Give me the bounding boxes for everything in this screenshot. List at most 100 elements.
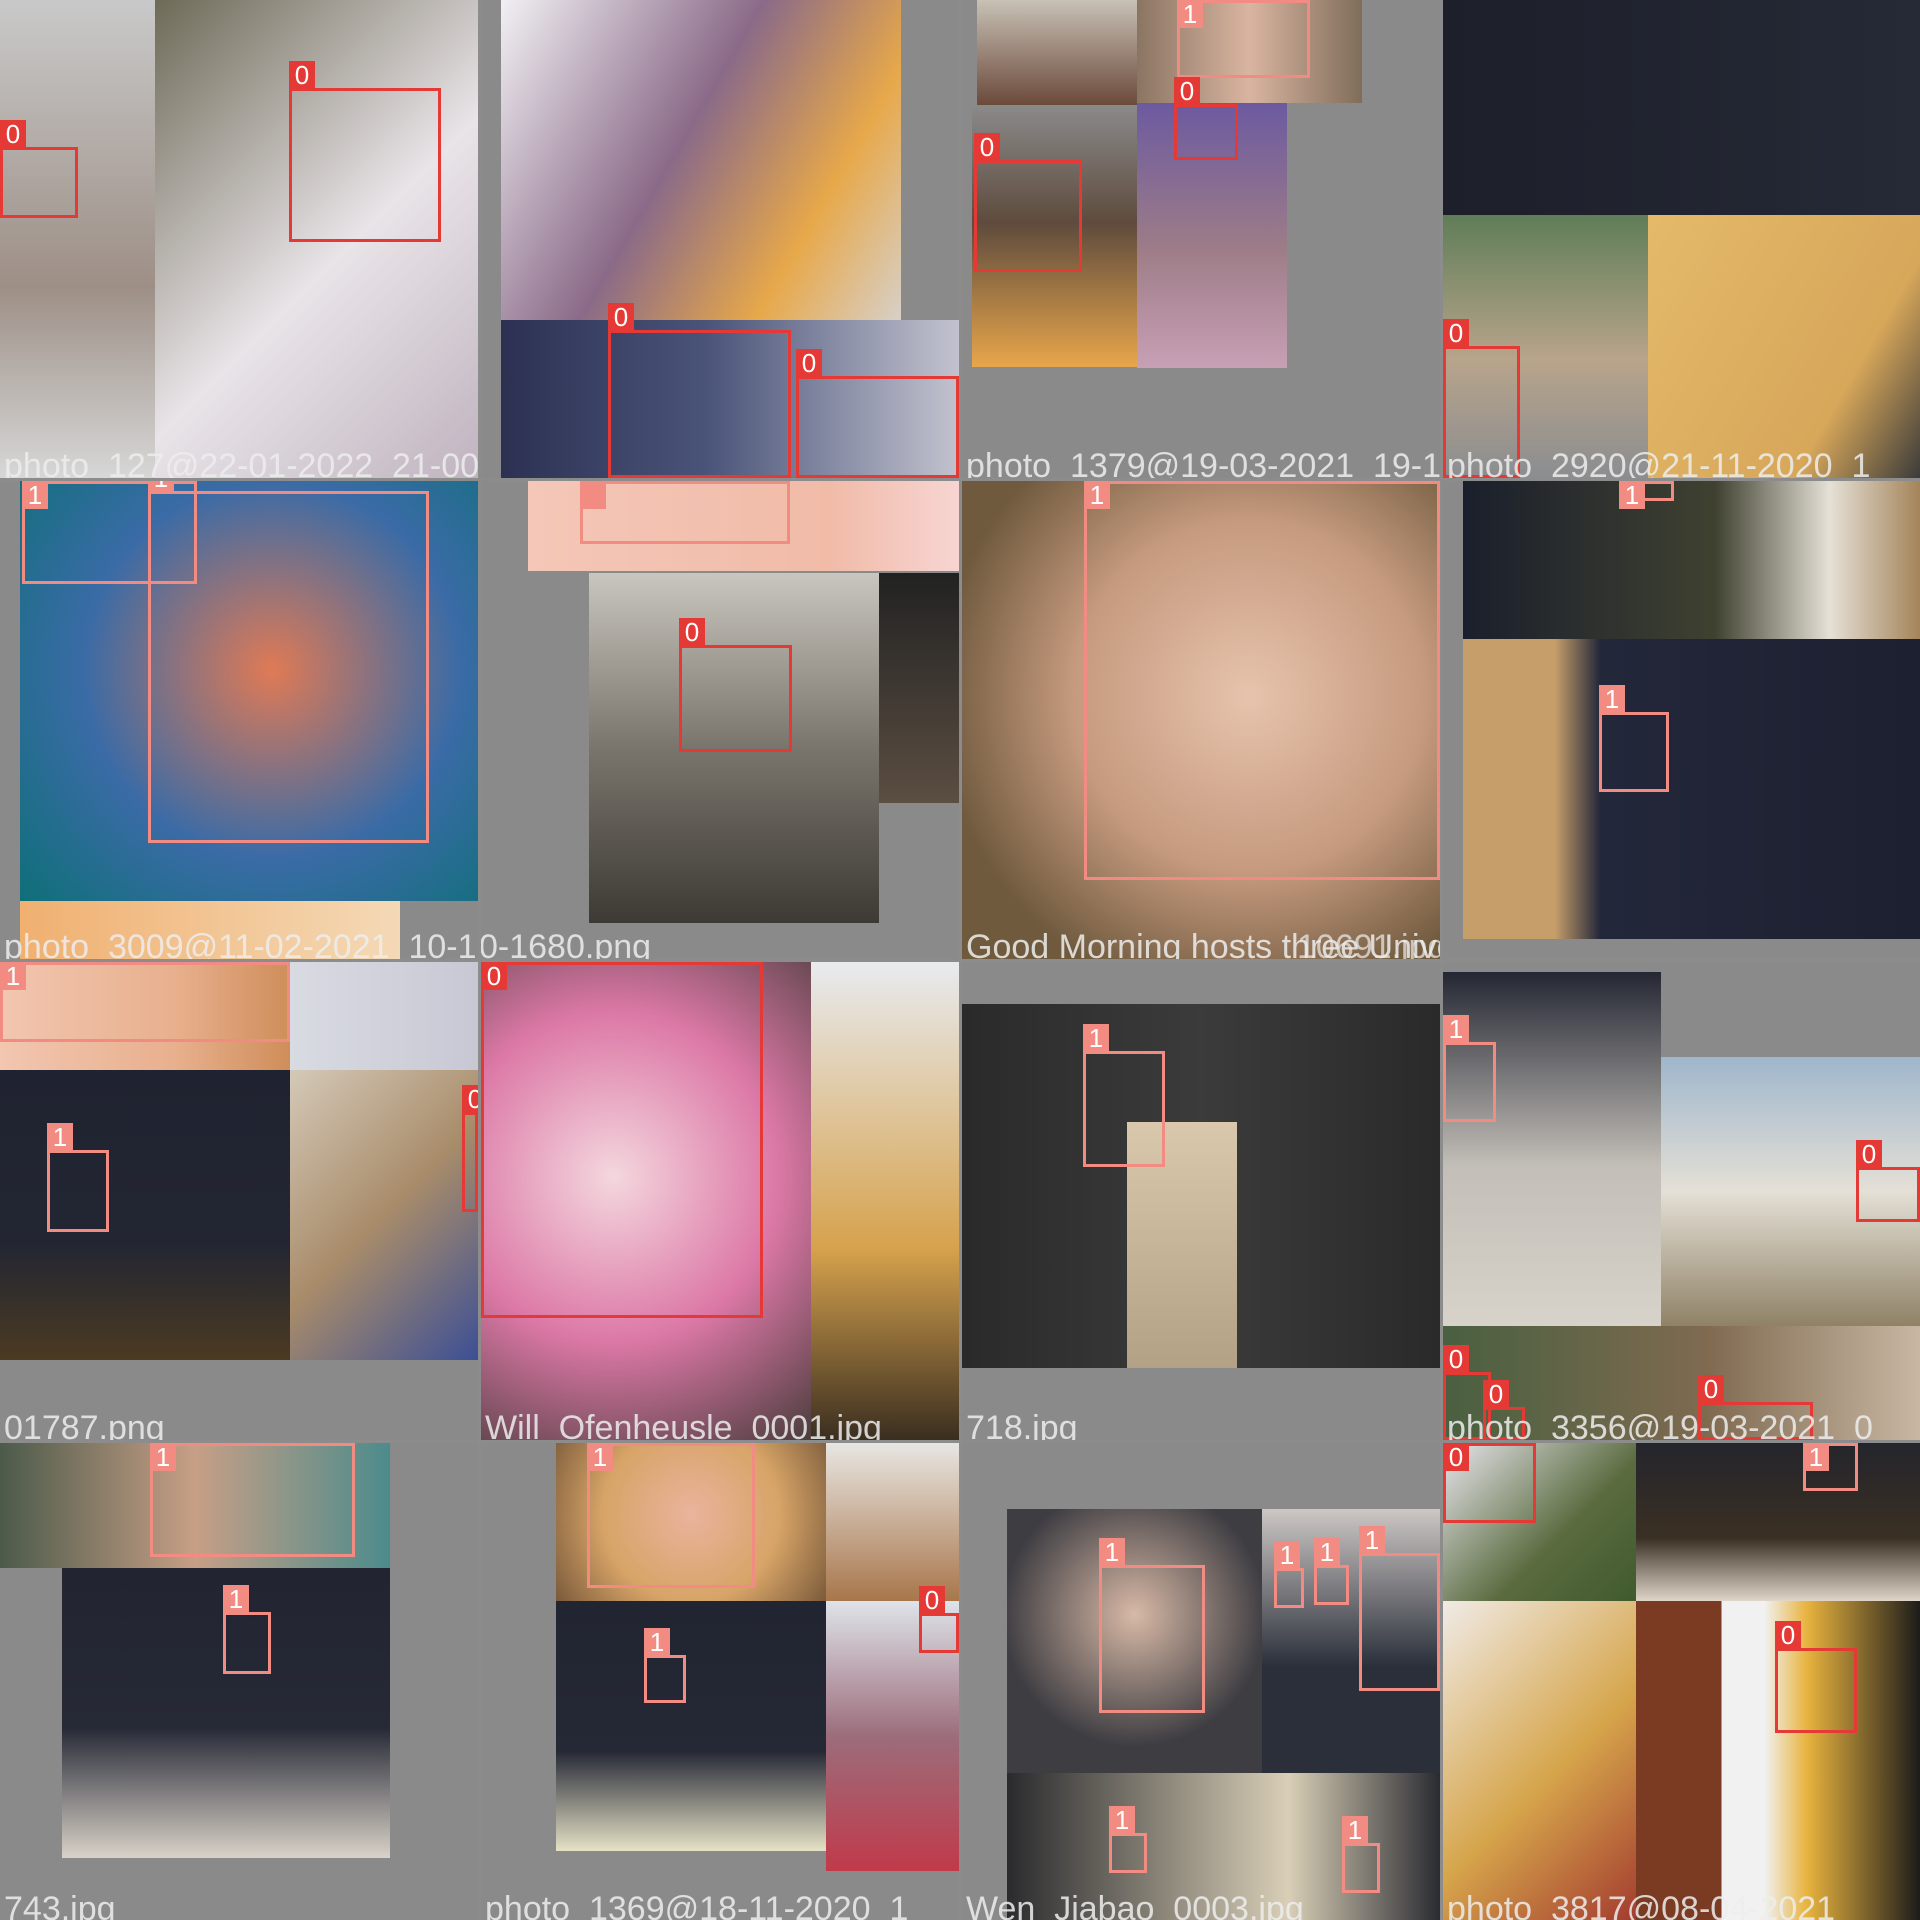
detection-box: 0 (289, 61, 441, 242)
detection-box: 1 (587, 1443, 755, 1588)
tile-photo (1636, 1443, 1920, 1601)
tile-photo (1443, 1601, 1636, 1920)
detection-box: 1 (644, 1628, 686, 1703)
box-label: 1 (47, 1123, 73, 1151)
detection-box: 1 (1342, 1816, 1380, 1893)
box-label: 1 (150, 1443, 176, 1471)
detection-box: 1 (1599, 685, 1669, 792)
detection-box: 1 (1619, 481, 1674, 509)
box-label: 1 (644, 1628, 670, 1656)
detection-box: 1 (0, 962, 290, 1042)
box-label: 0 (974, 133, 1000, 161)
box-label: 0 (1775, 1621, 1801, 1649)
mosaic-tile-4: 0 photo_2920@21-11-2020_1 (1443, 0, 1920, 478)
box-label: 1 (1619, 481, 1645, 509)
mosaic-tile-12: 1 0 0 0 0 photo_3356@19-03-2021_0 (1443, 962, 1920, 1440)
box-label: 0 (608, 303, 634, 331)
detection-box: 0 (796, 349, 959, 478)
tile-photo (0, 0, 155, 478)
box-label: 1 (587, 1443, 613, 1471)
detection-box: 1 (148, 481, 429, 843)
tile-photo (0, 1070, 290, 1360)
detection-box (580, 481, 790, 544)
detection-box: 1 (1359, 1526, 1440, 1691)
tile-photo (811, 962, 959, 1440)
detection-box: 0 (0, 120, 78, 218)
detection-box: 0 (481, 962, 763, 1318)
tile-photo (290, 1070, 478, 1360)
detection-box: 1 (1314, 1538, 1349, 1605)
detection-box: 1 (150, 1443, 355, 1557)
tile-photo (20, 901, 400, 959)
box-label: 0 (1698, 1375, 1724, 1403)
box-label: 1 (148, 481, 174, 492)
detection-box: 1 (47, 1123, 109, 1232)
detection-box: 1 (223, 1585, 271, 1674)
detection-box: 1 (1443, 1015, 1496, 1122)
box-label: 1 (1599, 685, 1625, 713)
box-label: 1 (22, 481, 48, 509)
tile-photo (556, 1601, 826, 1851)
detection-box: 0 (1775, 1621, 1857, 1733)
image-filename: 743.jpg (4, 1890, 116, 1920)
image-filename: 0-1680.png (481, 928, 652, 959)
detection-box: 1 (1099, 1538, 1205, 1713)
image-filename: photo_1379@19-03-2021_19-18-28.jpg (966, 447, 1440, 478)
tile-photo (1648, 215, 1920, 478)
box-label: 0 (0, 120, 26, 148)
detection-box: 1 (1177, 0, 1310, 78)
mosaic-tile-8: 1 1 (1443, 481, 1920, 959)
tile-photo (290, 962, 478, 1070)
box-label: 0 (481, 962, 507, 990)
mosaic-tile-5: 1 1 photo_3009@11-02-2021_10-18-01.jpg (0, 481, 478, 959)
tile-photo (879, 573, 959, 803)
box-label: 0 (1443, 1443, 1469, 1471)
tile-photo (1443, 972, 1661, 1326)
mosaic-tile-1: 0 0 photo_127@22-01-2022_21-00-03.jpg (0, 0, 478, 478)
box-label: 0 (679, 618, 705, 646)
detection-box: 0 (974, 133, 1082, 272)
box-label: 1 (1084, 481, 1110, 509)
tile-photo (1463, 481, 1920, 639)
detection-box: 0 (679, 618, 792, 752)
detection-box: 1 (1083, 1024, 1165, 1167)
detection-box: 0 (1698, 1375, 1813, 1440)
box-label: 0 (796, 349, 822, 377)
box-label: 1 (1803, 1443, 1829, 1471)
box-label: 0 (1443, 319, 1469, 347)
image-filename: photo_1369@18-11-2020_1 (485, 1890, 909, 1920)
box-label: 1 (1274, 1541, 1300, 1569)
mosaic-tile-2: 0 0 (481, 0, 959, 478)
box-label: 1 (1443, 1015, 1469, 1043)
box-label (580, 481, 606, 509)
mosaic-tile-7: 1 Good Morning hosts three University 10… (962, 481, 1440, 959)
tile-photo (1463, 639, 1920, 939)
mosaic-tile-16: 0 1 0 photo_3817@08-04-2021 (1443, 1443, 1920, 1920)
detection-box: 0 (1856, 1140, 1920, 1222)
tile-photo (977, 0, 1137, 105)
detection-box: 0 (1174, 77, 1238, 160)
mosaic-tile-15: 1 1 1 1 1 1 Wen_Jiabao_0003.jpg (962, 1443, 1440, 1920)
mosaic-canvas: 0 0 photo_127@22-01-2022_21-00-03.jpg 0 … (0, 0, 1920, 1920)
box-label: 0 (462, 1085, 478, 1113)
tile-photo (501, 0, 901, 320)
tile-photo (1443, 0, 1920, 215)
detection-box: 1 (1109, 1806, 1147, 1873)
box-label: 1 (223, 1585, 249, 1613)
detection-box: 0 (1443, 1443, 1536, 1523)
mosaic-tile-13: 1 1 743.jpg (0, 1443, 478, 1920)
mosaic-tile-3: 1 0 0 photo_1379@19-03-2021_19-18-28.jpg (962, 0, 1440, 478)
detection-box: 1 (1274, 1541, 1304, 1608)
detection-box: 0 (1483, 1380, 1525, 1440)
detection-box: 1 (1803, 1443, 1858, 1491)
box-label: 1 (1109, 1806, 1135, 1834)
box-label: 1 (1359, 1526, 1385, 1554)
box-label: 0 (1443, 1345, 1469, 1373)
box-label: 1 (0, 962, 26, 990)
box-label: 1 (1342, 1816, 1368, 1844)
mosaic-tile-14: 1 1 0 photo_1369@18-11-2020_1 (481, 1443, 959, 1920)
image-filename: 01787.png (4, 1409, 165, 1440)
box-label: 0 (1174, 77, 1200, 105)
detection-box: 1 (1084, 481, 1440, 880)
detection-box: 0 (919, 1586, 959, 1653)
